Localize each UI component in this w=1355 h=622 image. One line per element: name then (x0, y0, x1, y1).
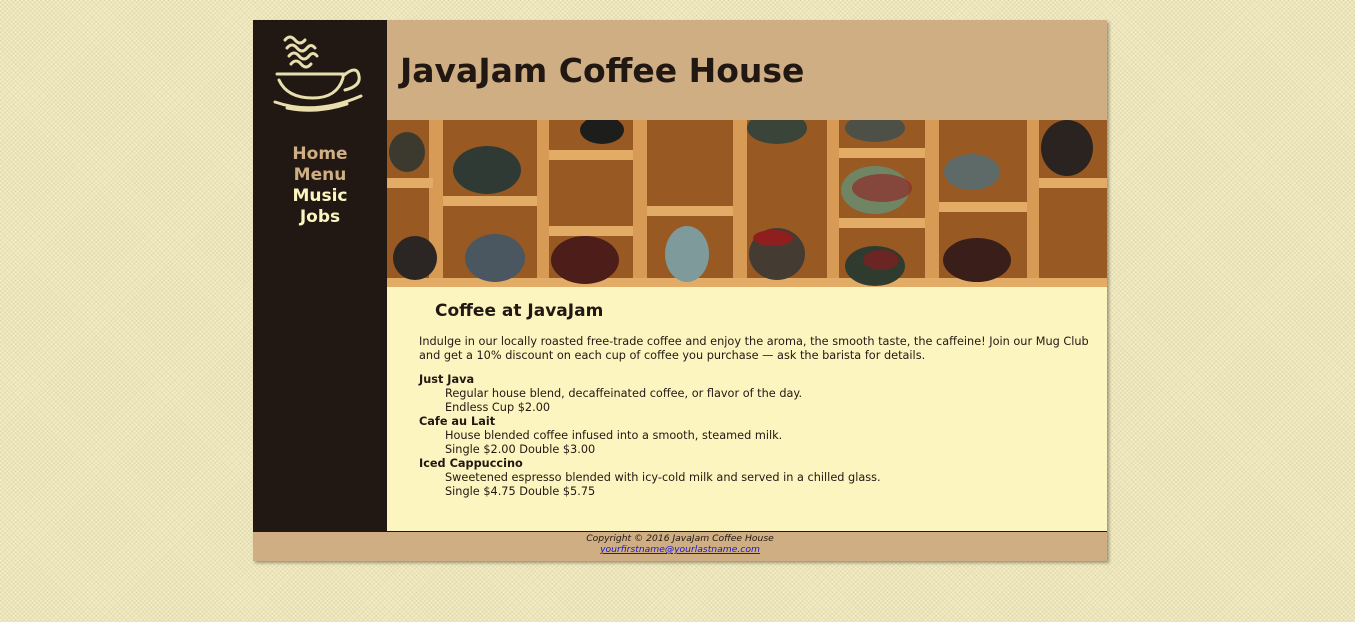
contact-email-link[interactable]: yourfirstname@yourlastname.com (600, 544, 760, 555)
section-heading: Coffee at JavaJam (435, 301, 604, 321)
menu-item-price: Single $4.75 Double $5.75 (445, 485, 596, 498)
intro-paragraph: Indulge in our locally roasted free-trad… (419, 335, 1089, 362)
nav-item-music: Music (253, 186, 387, 207)
site-title: JavaJam Coffee House (400, 51, 805, 90)
site-footer: Copyright © 2016 JavaJam Coffee House yo… (253, 531, 1107, 561)
menu-item-name: Just Java (419, 373, 475, 386)
nav-item-jobs: Jobs (253, 207, 387, 228)
nav-link-menu[interactable]: Menu (294, 165, 347, 186)
hero-image (387, 120, 1107, 287)
nav-link-jobs[interactable]: Jobs (300, 207, 340, 228)
menu-item-name: Iced Cappuccino (419, 457, 523, 470)
menu-item-description: House blended coffee infused into a smoo… (445, 429, 783, 442)
menu-item-name: Cafe au Lait (419, 415, 496, 428)
coffee-cup-logo-icon (273, 35, 363, 112)
nav-item-menu: Menu (253, 165, 387, 186)
main-nav: Home Menu Music Jobs (253, 144, 387, 228)
menu-item-description: Sweetened espresso blended with icy-cold… (445, 471, 881, 484)
sidebar: Home Menu Music Jobs (253, 20, 387, 531)
site-header: JavaJam Coffee House (387, 20, 1107, 120)
page-wrapper: Home Menu Music Jobs JavaJam Coffee Hous… (253, 20, 1107, 561)
nav-link-home[interactable]: Home (292, 144, 347, 165)
main-content: Coffee at JavaJam Indulge in our locally… (387, 287, 1107, 531)
nav-item-home: Home (253, 144, 387, 165)
menu-item-description: Regular house blend, decaffeinated coffe… (445, 387, 803, 400)
menu-item-price: Single $2.00 Double $3.00 (445, 443, 596, 456)
menu-item-price: Endless Cup $2.00 (445, 401, 551, 414)
coffee-menu-list: Just Java Regular house blend, decaffein… (419, 373, 1079, 499)
nav-link-music[interactable]: Music (292, 186, 347, 207)
copyright-text: Copyright © 2016 JavaJam Coffee House (586, 533, 774, 544)
